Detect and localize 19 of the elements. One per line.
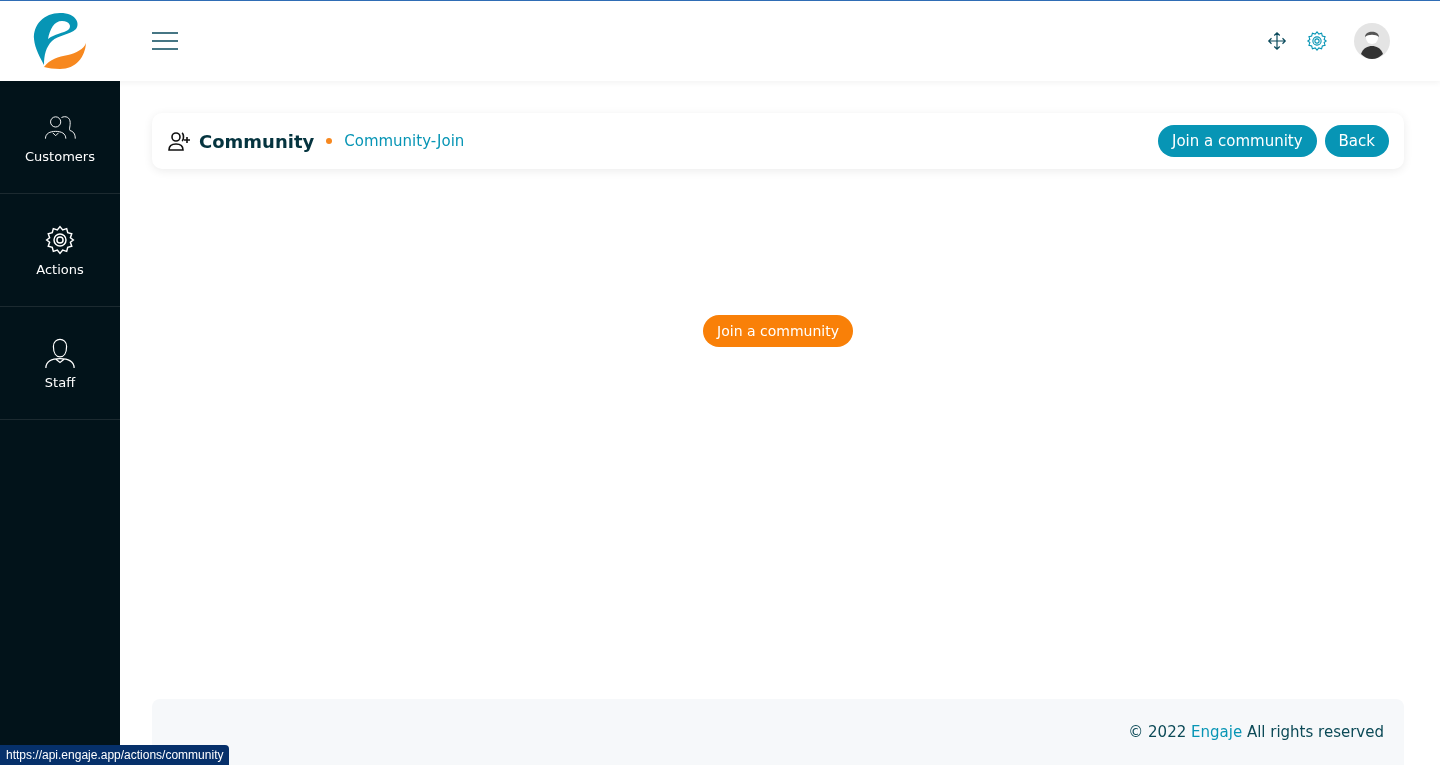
- join-community-button[interactable]: Join a community: [1158, 125, 1317, 157]
- breadcrumb-link[interactable]: Community-Join: [344, 132, 465, 150]
- settings-icon[interactable]: [1306, 30, 1328, 52]
- move-arrows-icon[interactable]: [1266, 30, 1288, 52]
- person-icon: [44, 336, 76, 369]
- gear-icon: [44, 223, 76, 256]
- page-title: Community: [199, 130, 315, 152]
- sidebar-item[interactable]: Actions: [0, 194, 120, 307]
- sidebar-item[interactable]: Customers: [0, 81, 120, 194]
- status-link-tooltip: https://api.engaje.app/actions/community: [0, 745, 230, 765]
- add-user-icon: [167, 129, 191, 153]
- sidebar-item[interactable]: Staff: [0, 307, 120, 420]
- brand-link[interactable]: Engaje: [1191, 723, 1243, 741]
- join-community-button[interactable]: Join a community: [703, 315, 853, 347]
- copyright-text: © 2022 Engaje All rights reserved: [1128, 723, 1384, 741]
- avatar-icon[interactable]: [1354, 23, 1390, 59]
- separator-dot: [326, 138, 333, 144]
- back-button[interactable]: Back: [1324, 125, 1389, 157]
- menu-icon[interactable]: [152, 32, 178, 50]
